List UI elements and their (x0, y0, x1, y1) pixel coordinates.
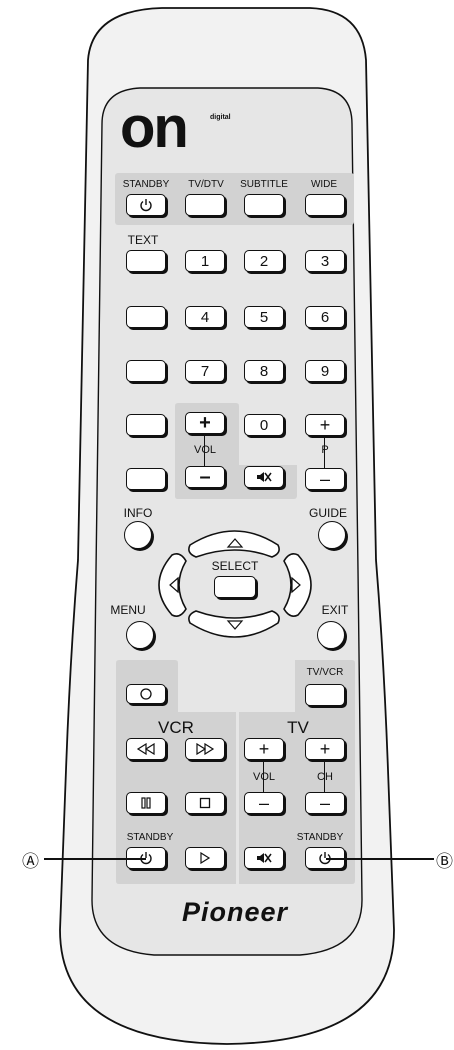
digit-5-button[interactable]: 5 (244, 306, 284, 328)
dpad-up-button[interactable] (190, 520, 278, 556)
digit-9-button[interactable]: 9 (305, 360, 345, 382)
standby-label: STANDBY (122, 179, 170, 190)
tv-mute-button[interactable] (244, 847, 284, 869)
program-label: P (321, 444, 329, 456)
digit-7-button[interactable]: 7 (185, 360, 225, 382)
rewind-button[interactable] (126, 738, 166, 760)
rewind-icon (136, 743, 155, 755)
dpad-left-button[interactable] (152, 556, 188, 614)
vol-connector (204, 436, 205, 466)
tvdtv-label: TV/DTV (188, 179, 224, 190)
power-icon (140, 199, 152, 212)
tv-vol-minus-button[interactable]: – (244, 792, 284, 814)
pause-button[interactable] (126, 792, 166, 814)
callout-a: Ⓐ (22, 852, 39, 872)
tv-vol-label: VOL (244, 771, 284, 783)
menu-label: MENU (110, 603, 146, 617)
stop-icon (199, 797, 211, 809)
digit-0-button[interactable]: 0 (244, 414, 284, 436)
info-button[interactable] (124, 521, 152, 549)
wide-button[interactable] (305, 194, 345, 216)
on-digital-logo: on digital (120, 95, 231, 163)
subtitle-label: SUBTITLE (240, 179, 288, 190)
select-label: SELECT (211, 559, 259, 573)
digit-4-button[interactable]: 4 (185, 306, 225, 328)
program-plus-button[interactable]: + (305, 414, 345, 436)
menu-button[interactable] (126, 621, 154, 649)
record-icon (140, 688, 152, 700)
tvvcr-button[interactable] (305, 684, 345, 706)
mute-button[interactable] (244, 466, 284, 488)
play-button[interactable] (185, 847, 225, 869)
vol-minus-button[interactable]: – (185, 466, 225, 488)
digit-3-button[interactable]: 3 (305, 250, 345, 272)
speaker-mute-icon (257, 472, 272, 482)
fast-forward-icon (196, 743, 215, 755)
callout-b: Ⓑ (436, 852, 453, 872)
digit-8-button[interactable]: 8 (244, 360, 284, 382)
tv-vol-connector (263, 760, 264, 792)
p-connector (324, 436, 325, 468)
callout-b-line (326, 858, 434, 860)
exit-label: EXIT (321, 603, 349, 617)
digit-6-button[interactable]: 6 (305, 306, 345, 328)
text-button[interactable] (126, 250, 166, 272)
subtitle-button[interactable] (244, 194, 284, 216)
tv-ch-connector (324, 760, 325, 792)
exit-button[interactable] (317, 621, 345, 649)
logo-superscript: digital (210, 114, 231, 121)
tvdtv-button[interactable] (185, 194, 225, 216)
logo-text: on (120, 95, 189, 160)
color-button-4[interactable] (126, 468, 166, 490)
digit-2-button[interactable]: 2 (244, 250, 284, 272)
color-button-2[interactable] (126, 360, 166, 382)
record-button[interactable] (126, 684, 166, 704)
select-button[interactable] (214, 576, 256, 598)
pioneer-logo: Pioneer (181, 897, 289, 927)
speaker-mute-icon (257, 853, 272, 863)
play-icon (200, 852, 211, 864)
tv-ch-minus-button[interactable]: – (305, 792, 345, 814)
tvvcr-label: TV/VCR (306, 667, 344, 678)
pause-icon (141, 797, 151, 809)
stop-button[interactable] (185, 792, 225, 814)
dpad-right-button[interactable] (284, 556, 320, 614)
tv-title: TV (287, 718, 309, 737)
color-button-1[interactable] (126, 306, 166, 328)
tv-standby-label: STANDBY (296, 832, 344, 843)
vcr-title: VCR (158, 718, 194, 737)
dpad-down-button[interactable] (190, 612, 278, 648)
wide-label: WIDE (310, 179, 338, 190)
guide-button[interactable] (318, 521, 346, 549)
tv-ch-plus-button[interactable]: + (305, 738, 345, 760)
tv-vol-plus-button[interactable]: + (244, 738, 284, 760)
callout-a-line (44, 858, 146, 860)
tv-ch-label: CH (305, 771, 345, 783)
color-button-3[interactable] (126, 414, 166, 436)
digit-1-button[interactable]: 1 (185, 250, 225, 272)
program-minus-button[interactable]: – (305, 468, 345, 490)
vol-plus-button[interactable]: + (185, 412, 225, 434)
vcr-standby-label: STANDBY (126, 832, 174, 843)
vol-label: VOL (185, 444, 225, 456)
standby-button[interactable] (126, 194, 166, 216)
text-label: TEXT (127, 233, 159, 247)
fast-forward-button[interactable] (185, 738, 225, 760)
